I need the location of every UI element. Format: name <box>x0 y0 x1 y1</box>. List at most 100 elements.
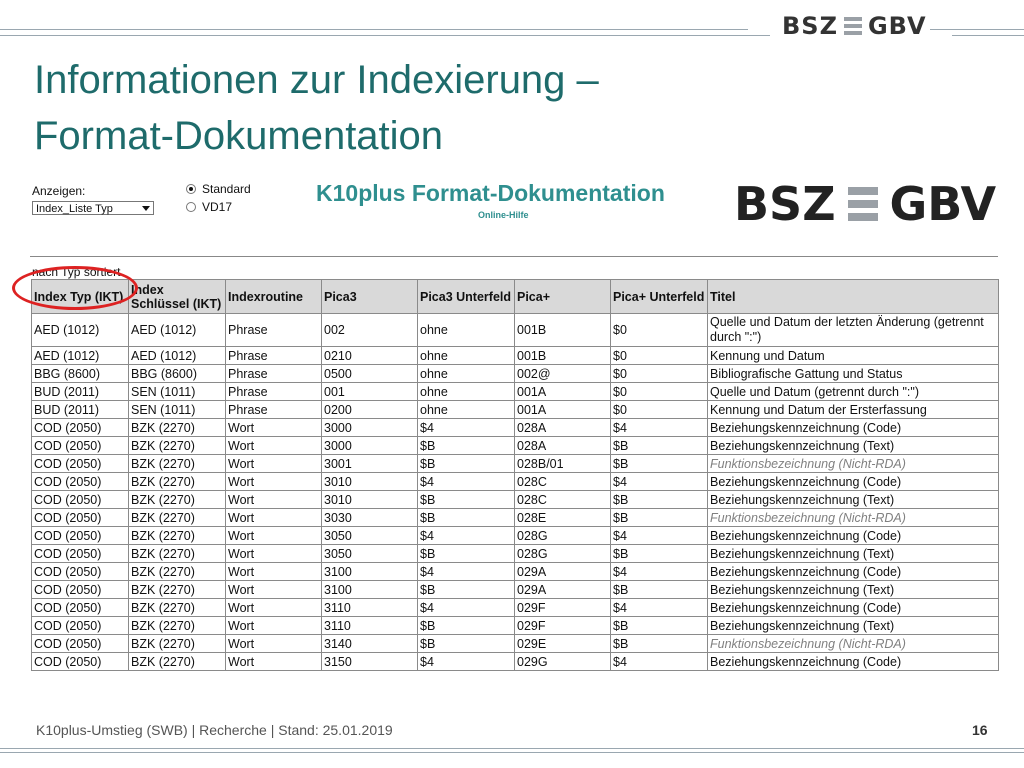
radio-vd17[interactable]: VD17 <box>186 200 232 214</box>
table-cell: $B <box>610 436 708 455</box>
footer-line <box>0 748 1024 749</box>
table-cell: Beziehungskennzeichnung (Text) <box>707 436 999 455</box>
table-cell: Beziehungskennzeichnung (Text) <box>707 544 999 563</box>
table-cell: ohne <box>417 382 515 401</box>
table-cell: ohne <box>417 313 515 347</box>
table-cell: Beziehungskennzeichnung (Code) <box>707 526 999 545</box>
table-cell: Wort <box>225 454 322 473</box>
table-cell: 001B <box>514 313 611 347</box>
table-cell: Wort <box>225 544 322 563</box>
table-cell: Beziehungskennzeichnung (Text) <box>707 490 999 509</box>
table-cell: BZK (2270) <box>128 616 226 635</box>
table-cell: Wort <box>225 616 322 635</box>
table-row: COD (2050) BZK (2270) Wort 3001 $B 028B/01 $B F… <box>31 454 999 473</box>
radio-checked-icon <box>186 184 196 194</box>
table-cell: Wort <box>225 562 322 581</box>
table-cell: COD (2050) <box>31 526 129 545</box>
table-cell: Beziehungskennzeichnung (Code) <box>707 598 999 617</box>
table-cell: Wort <box>225 418 322 437</box>
table-cell: 029A <box>514 562 611 581</box>
table-cell: 3010 <box>321 472 418 491</box>
table-row: COD (2050) BZK (2270) Wort 3050 $4 028G $4 Bezi… <box>31 526 999 545</box>
table-cell: 001A <box>514 382 611 401</box>
column-header: Pica3 <box>321 279 418 314</box>
page-number: 16 <box>972 722 988 738</box>
table-row: COD (2050) BZK (2270) Wort 3110 $4 029F $4 Bezi… <box>31 598 999 617</box>
table-cell: 029F <box>514 616 611 635</box>
table-cell: Beziehungskennzeichnung (Code) <box>707 562 999 581</box>
slide-title-line-1: Informationen zur Indexierung – <box>34 58 599 102</box>
table-cell: BZK (2270) <box>128 544 226 563</box>
table-cell: 002@ <box>514 364 611 383</box>
doc-title: K10plus Format-Dokumentation <box>316 180 665 206</box>
logo-large-bars-icon <box>847 187 878 221</box>
radio-standard-label: Standard <box>202 182 251 196</box>
table-row: COD (2050) BZK (2270) Wort 3110 $B 029F $B Bezi… <box>31 616 999 635</box>
table-cell: COD (2050) <box>31 580 129 599</box>
table-cell: 001B <box>514 346 611 365</box>
table-cell: 028C <box>514 472 611 491</box>
header-line-left-1 <box>0 29 748 30</box>
table-cell: 028G <box>514 544 611 563</box>
table-cell: 3140 <box>321 634 418 653</box>
table-cell: 3050 <box>321 526 418 545</box>
radio-standard[interactable]: Standard <box>186 182 251 196</box>
table-header: Index Typ (IKT) Index Schlüssel (IKT) Inde… <box>31 279 999 314</box>
table-cell: COD (2050) <box>31 454 129 473</box>
table-cell: Beziehungskennzeichnung (Text) <box>707 580 999 599</box>
table-cell: BZK (2270) <box>128 526 226 545</box>
table-cell: ohne <box>417 364 515 383</box>
logo-text-left: BSZ <box>782 12 838 40</box>
table-row: AED (1012) AED (1012) Phrase 002 ohne 001B $0 Q… <box>31 313 999 347</box>
table-cell: 0200 <box>321 400 418 419</box>
chevron-down-icon <box>142 206 150 211</box>
table-row: COD (2050) BZK (2270) Wort 3000 $4 028A $4 Bezi… <box>31 418 999 437</box>
table-cell: Beziehungskennzeichnung (Text) <box>707 616 999 635</box>
table-cell: Phrase <box>225 382 322 401</box>
header-line-right-2 <box>952 35 1024 36</box>
table-cell: Wort <box>225 490 322 509</box>
table-cell: COD (2050) <box>31 562 129 581</box>
display-select[interactable]: Index_Liste Typ <box>32 201 154 215</box>
table-cell: BBG (8600) <box>31 364 129 383</box>
table-cell: $B <box>610 634 708 653</box>
table-cell: Wort <box>225 508 322 527</box>
table-row: COD (2050) BZK (2270) Wort 3010 $4 028C $4 Bezi… <box>31 472 999 491</box>
table-cell: Beziehungskennzeichnung (Code) <box>707 418 999 437</box>
header-line-right-1 <box>930 29 1024 30</box>
table-cell: $4 <box>417 598 515 617</box>
table-cell: Beziehungskennzeichnung (Code) <box>707 472 999 491</box>
format-doc-screenshot: Anzeigen: Index_Liste Typ Standard VD17 … <box>12 176 1000 674</box>
table-cell: $0 <box>610 382 708 401</box>
table-cell: Quelle und Datum der letzten Änderung (g… <box>707 313 999 347</box>
table-cell: $4 <box>610 472 708 491</box>
table-cell: 3001 <box>321 454 418 473</box>
radio-unchecked-icon <box>186 202 196 212</box>
table-row: COD (2050) BZK (2270) Wort 3050 $B 028G $B Bezi… <box>31 544 999 563</box>
column-header: Pica+ <box>514 279 611 314</box>
table-cell: COD (2050) <box>31 508 129 527</box>
footer-line-2 <box>0 752 1024 753</box>
logo-large-text-left: BSZ <box>734 177 836 231</box>
table-cell: $4 <box>610 526 708 545</box>
table-cell: COD (2050) <box>31 472 129 491</box>
table-cell: $4 <box>417 472 515 491</box>
table-cell: BZK (2270) <box>128 454 226 473</box>
table-cell: 3150 <box>321 652 418 671</box>
table-cell: Phrase <box>225 364 322 383</box>
table-cell: Wort <box>225 634 322 653</box>
table-cell: BUD (2011) <box>31 400 129 419</box>
table-cell: AED (1012) <box>128 313 226 347</box>
table-cell: 001A <box>514 400 611 419</box>
table-cell: COD (2050) <box>31 544 129 563</box>
table-cell: Kennung und Datum <box>707 346 999 365</box>
table-cell: 3110 <box>321 616 418 635</box>
table-cell: 3000 <box>321 418 418 437</box>
table-cell: $4 <box>610 598 708 617</box>
table-cell: COD (2050) <box>31 634 129 653</box>
slide-title-line-2: Format-Dokumentation <box>34 114 444 158</box>
table-cell: $B <box>610 544 708 563</box>
divider <box>30 256 998 257</box>
table-cell: $B <box>610 580 708 599</box>
table-row: COD (2050) BZK (2270) Wort 3100 $4 029A $4 Bezi… <box>31 562 999 581</box>
